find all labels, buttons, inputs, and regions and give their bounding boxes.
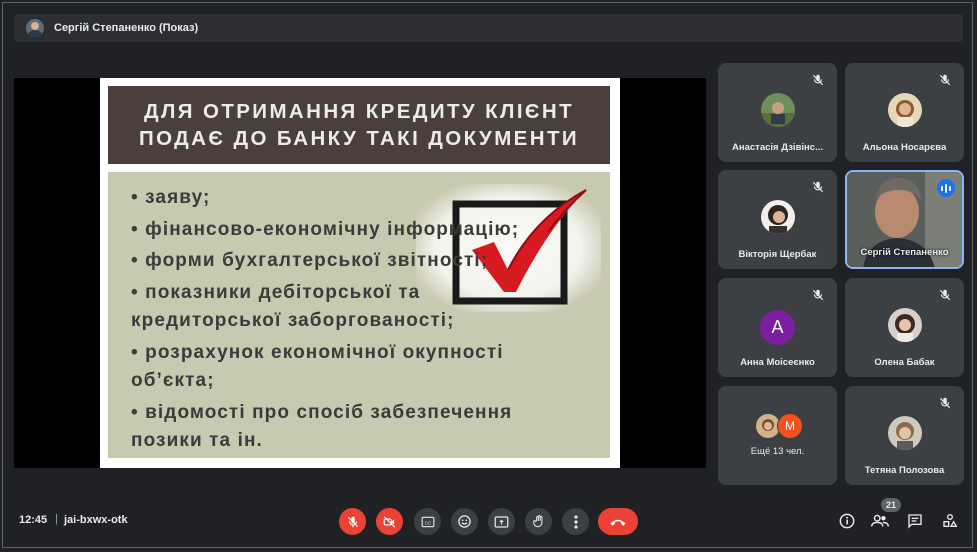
bullet-item: • фінансово-економічну інформацію; xyxy=(131,218,520,240)
people-button[interactable] xyxy=(871,512,889,530)
bullet-item: • показники дебіторської та кредиторської… xyxy=(131,281,455,332)
activities-button[interactable] xyxy=(941,512,959,530)
participant-avatar xyxy=(888,93,922,127)
separator: | xyxy=(55,513,58,525)
mic-off-icon xyxy=(812,181,824,193)
captions-button[interactable]: CC xyxy=(414,508,441,535)
end-call-button[interactable] xyxy=(598,508,638,535)
camera-toggle-button[interactable] xyxy=(376,508,403,535)
participant-tile[interactable]: Альона Носарєва xyxy=(845,63,964,162)
mic-off-icon xyxy=(939,74,951,86)
bullet-item: • форми бухгалтерської звітності; xyxy=(131,250,489,271)
chat-icon xyxy=(908,514,922,529)
more-options-button[interactable] xyxy=(562,508,589,535)
participant-name: Анна Моісеєнко xyxy=(740,357,815,368)
slide-title: ДЛЯ ОТРИМАННЯ КРЕДИТУ КЛІЄНТ ПОДАЄ ДО БА… xyxy=(108,86,610,164)
participant-tile[interactable]: Вікторія Щербак xyxy=(718,170,837,269)
slide-title-line-1: ДЛЯ ОТРИМАННЯ КРЕДИТУ КЛІЄНТ xyxy=(143,100,575,123)
mic-off-icon xyxy=(812,74,824,86)
mic-toggle-button[interactable] xyxy=(339,508,366,535)
bottom-bar: 12:45 | jai-bxwx-otk CC 21 xyxy=(0,495,977,550)
present-button[interactable] xyxy=(488,508,515,535)
participant-tile[interactable]: Анастасія Дзівінс... xyxy=(718,63,837,162)
speaking-indicator-icon xyxy=(937,179,955,197)
raise-hand-icon xyxy=(532,515,542,528)
participant-avatar: A xyxy=(760,310,795,345)
participant-avatar: М xyxy=(777,413,803,439)
mic-off-icon xyxy=(812,289,824,301)
meeting-code: jai-bxwx-otk xyxy=(64,514,128,526)
presenter-name: Сергій Степаненко (Показ) xyxy=(54,22,199,34)
emoji-icon xyxy=(458,515,471,528)
participant-name: Тетяна Полозова xyxy=(864,465,945,476)
raise-hand-button[interactable] xyxy=(525,508,552,535)
participant-avatar xyxy=(888,308,922,342)
end-call-icon xyxy=(610,519,626,526)
presenter-avatar xyxy=(26,19,44,37)
mic-off-icon xyxy=(347,516,358,527)
people-icon xyxy=(871,514,889,527)
captions-icon: CC xyxy=(421,516,434,527)
activities-icon xyxy=(943,514,958,527)
participant-name: Анастасія Дзівінс... xyxy=(732,142,823,153)
slide-bullet-list: • заяву; • фінансово-економічну інформац… xyxy=(131,184,519,459)
mic-off-icon xyxy=(939,289,951,301)
bullet-item: • розрахунок економічної окупності об’єкт… xyxy=(131,341,504,392)
presentation-slide: ДЛЯ ОТРИМАННЯ КРЕДИТУ КЛІЄНТ ПОДАЄ ДО БА… xyxy=(100,78,620,468)
more-vert-icon xyxy=(573,514,578,529)
slide-body: • заяву; • фінансово-економічну інформац… xyxy=(108,172,610,458)
meeting-info-button[interactable] xyxy=(838,512,856,530)
more-participants-label: Ещё 13 чел. xyxy=(750,446,805,457)
participant-tile[interactable]: A Анна Моісеєнко xyxy=(718,278,837,377)
present-icon xyxy=(494,515,509,528)
participant-tile[interactable]: Тетяна Полозова xyxy=(845,386,964,485)
more-participants-tile[interactable]: М Ещё 13 чел. xyxy=(718,386,837,485)
chat-button[interactable] xyxy=(906,512,924,530)
participants-count-badge: 21 xyxy=(881,498,901,512)
bullet-item: • відомості про спосіб забезпечення позик… xyxy=(131,401,513,452)
slide-title-line-2: ПОДАЄ ДО БАНКУ ТАКІ ДОКУМЕНТИ xyxy=(138,127,580,150)
participant-avatar xyxy=(761,200,795,234)
bullet-item: • заяву; xyxy=(131,187,211,208)
camera-off-icon xyxy=(383,515,396,528)
participant-avatar xyxy=(888,416,922,450)
participant-name: Олена Бабак xyxy=(874,357,935,368)
participant-name: Вікторія Щербак xyxy=(738,249,817,260)
participant-name: Альона Носарєва xyxy=(862,142,947,153)
participant-name: Сергій Степаненко xyxy=(860,247,949,258)
mic-off-icon xyxy=(939,397,951,409)
svg-text:CC: CC xyxy=(424,520,431,525)
participant-tile[interactable]: Олена Бабак xyxy=(845,278,964,377)
participant-avatar xyxy=(761,93,795,127)
emoji-button[interactable] xyxy=(451,508,478,535)
participant-tile-active-speaker[interactable]: Сергій Степаненко xyxy=(845,170,964,269)
presenter-bar[interactable]: Сергій Степаненко (Показ) xyxy=(14,14,963,42)
info-icon xyxy=(839,513,855,529)
clock: 12:45 xyxy=(19,514,48,526)
